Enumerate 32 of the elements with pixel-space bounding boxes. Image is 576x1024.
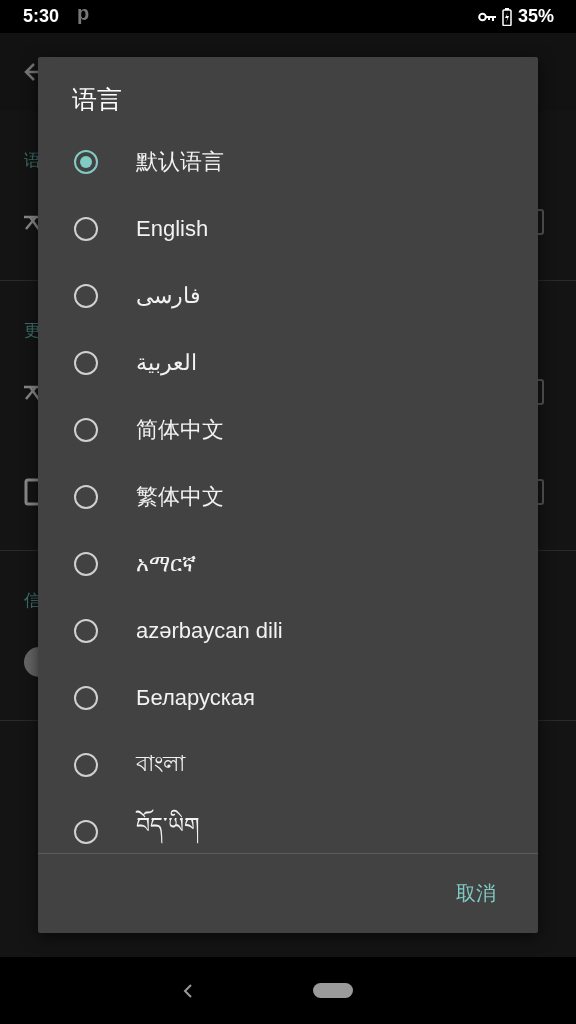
home-pill[interactable] bbox=[313, 983, 353, 998]
language-option[interactable]: azərbaycan dili bbox=[136, 617, 283, 644]
battery-percent: 35% bbox=[517, 6, 554, 27]
language-option[interactable]: 默认语言 bbox=[136, 146, 224, 177]
status-time: 5:30 bbox=[23, 6, 60, 27]
key-icon bbox=[477, 11, 496, 22]
radio-button[interactable] bbox=[74, 752, 98, 777]
section-header: 语 bbox=[24, 150, 41, 172]
dialog-title: 语言 bbox=[71, 84, 123, 115]
radio-button[interactable] bbox=[74, 484, 98, 509]
radio-button[interactable] bbox=[74, 350, 98, 375]
cancel-button[interactable]: 取消 bbox=[440, 872, 512, 915]
language-option[interactable]: বাংলা bbox=[136, 746, 185, 783]
radio-button[interactable] bbox=[74, 685, 98, 710]
language-option[interactable]: 简体中文 bbox=[136, 414, 224, 445]
language-option[interactable]: བོད་ཡིག bbox=[136, 800, 199, 853]
radio-button[interactable] bbox=[74, 551, 98, 576]
language-option[interactable]: English bbox=[136, 215, 209, 242]
back-icon[interactable] bbox=[183, 982, 193, 999]
radio-button[interactable] bbox=[74, 618, 98, 643]
radio-button[interactable] bbox=[74, 149, 98, 174]
radio-button[interactable] bbox=[74, 283, 98, 308]
language-option[interactable]: Беларуская bbox=[136, 684, 255, 711]
radio-button[interactable] bbox=[74, 819, 98, 844]
language-option[interactable]: 繁体中文 bbox=[136, 481, 224, 512]
language-option[interactable]: አማርኛ bbox=[136, 550, 196, 577]
battery-icon bbox=[501, 7, 512, 26]
language-option[interactable]: العربية bbox=[136, 349, 197, 376]
language-option[interactable]: فارسی bbox=[136, 282, 201, 309]
radio-button[interactable] bbox=[74, 216, 98, 241]
radio-button[interactable] bbox=[74, 417, 98, 442]
notification-letter: p bbox=[77, 2, 90, 25]
